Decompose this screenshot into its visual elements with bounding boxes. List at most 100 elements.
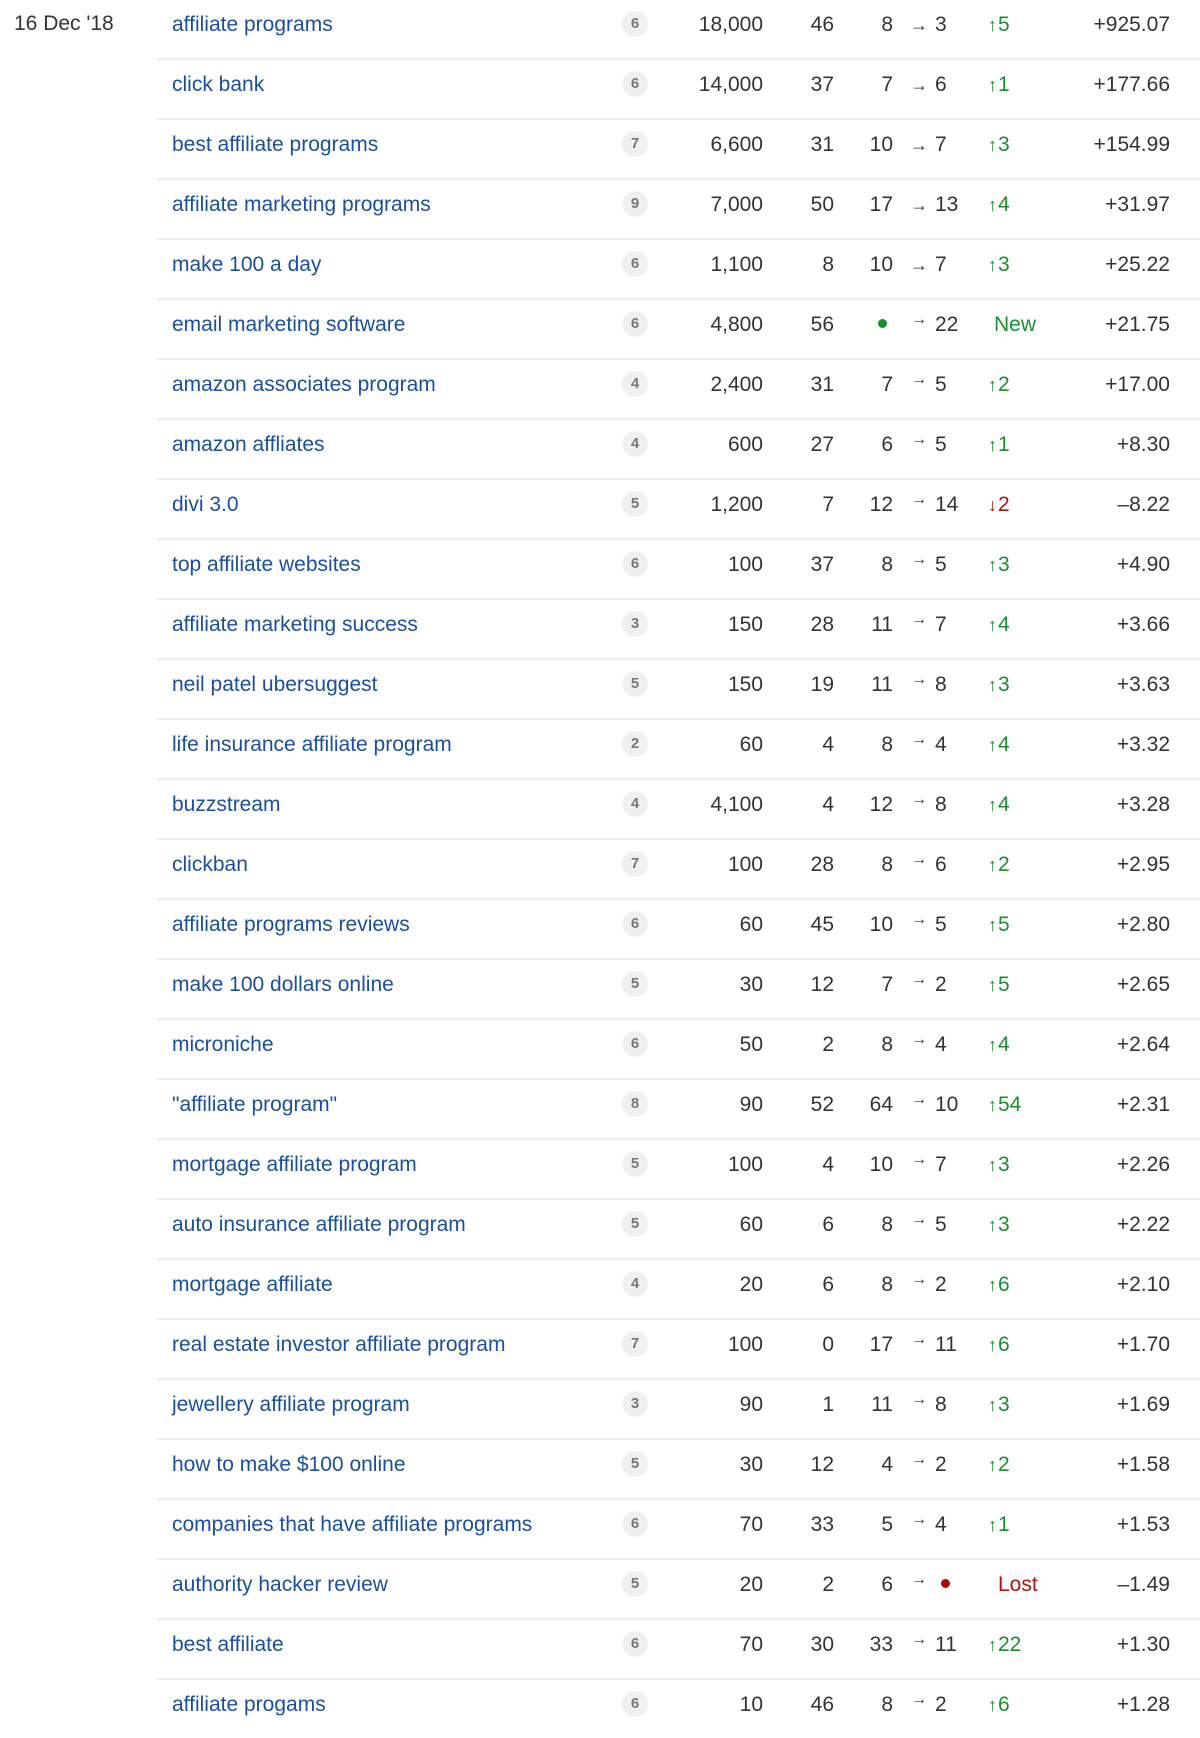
position-from: 10	[869, 133, 893, 156]
keyword-link[interactable]: divi 3.0	[172, 480, 239, 538]
kw-score: 46	[810, 1693, 834, 1716]
table-row: authority hacker review 5 20 2 6 → Lost …	[157, 1560, 1200, 1620]
keyword-difficulty-badge: 6	[622, 11, 648, 37]
keyword-link[interactable]: neil patel ubersuggest	[172, 660, 377, 718]
arrow-right-icon: →	[911, 371, 927, 388]
search-volume: 20	[739, 1273, 763, 1296]
keyword-link[interactable]: affiliate marketing programs	[172, 180, 431, 238]
keyword-link[interactable]: life insurance affiliate program	[172, 720, 452, 778]
search-volume: 18,000	[698, 13, 763, 36]
arrow-up-icon: ↑	[988, 1275, 997, 1295]
arrow-up-icon: ↑	[988, 555, 997, 575]
keyword-link[interactable]: amazon affliates	[172, 420, 325, 478]
keyword-link[interactable]: microniche	[172, 1020, 274, 1078]
keyword-link[interactable]: auto insurance affiliate program	[172, 1200, 466, 1258]
table-row: affiliate progams 6 10 46 8 → 2 ↑6 +1.28	[157, 1680, 1200, 1738]
position-to: 8	[935, 673, 947, 696]
position-from: 12	[869, 793, 893, 816]
table-row: real estate investor affiliate program 7…	[157, 1320, 1200, 1380]
keyword-difficulty-badge: 7	[622, 131, 648, 157]
table-row: buzzstream 4 4,100 4 12 → 8 ↑4 +3.28	[157, 780, 1200, 840]
position-from	[847, 300, 893, 358]
table-row: amazon affliates 4 600 27 6 → 5 ↑1 +8.30	[157, 420, 1200, 480]
arrow-up-icon: ↑	[988, 1395, 997, 1415]
keyword-link[interactable]: email marketing software	[172, 300, 405, 358]
keyword-link[interactable]: make 100 dollars online	[172, 960, 394, 1018]
change-value: 3	[998, 673, 1010, 696]
search-volume: 10	[739, 1693, 763, 1716]
kw-score: 12	[810, 973, 834, 996]
kw-score: 50	[810, 193, 834, 216]
keyword-difficulty-badge: 2	[622, 731, 648, 757]
position-to: 6	[935, 853, 947, 876]
keyword-difficulty-badge: 5	[622, 491, 648, 517]
arrow-right-icon: →	[911, 1391, 927, 1408]
search-volume: 14,000	[698, 73, 763, 96]
position-from: 8	[881, 733, 893, 756]
position-to: 8	[935, 1393, 947, 1416]
change-value: 2	[998, 373, 1010, 396]
change-value: 2	[998, 853, 1010, 876]
position-to: 10	[935, 1093, 959, 1116]
position-from: 17	[869, 1333, 893, 1356]
keyword-link[interactable]: best affiliate	[172, 1620, 284, 1678]
keyword-link[interactable]: jewellery affiliate program	[172, 1380, 410, 1438]
arrow-right-icon: →	[910, 135, 928, 155]
arrow-right-icon: →	[911, 431, 927, 448]
arrow-up-icon: ↑	[988, 1695, 997, 1715]
keyword-link[interactable]: real estate investor affiliate program	[172, 1320, 505, 1378]
arrow-right-icon: →	[911, 551, 927, 568]
table-row: mortgage affiliate 4 20 6 8 → 2 ↑6 +2.10	[157, 1260, 1200, 1320]
keyword-link[interactable]: buzzstream	[172, 780, 281, 838]
position-from: 7	[881, 373, 893, 396]
kw-score: 37	[810, 73, 834, 96]
change-value: 6	[998, 1273, 1010, 1296]
traffic-change: +2.31	[1116, 1093, 1170, 1116]
keyword-link[interactable]: authority hacker review	[172, 1560, 388, 1618]
kw-score: 33	[810, 1513, 834, 1536]
change-value: 4	[998, 613, 1010, 636]
keyword-link[interactable]: companies that have affiliate programs	[172, 1500, 532, 1558]
arrow-up-icon: ↑	[988, 675, 997, 695]
keyword-link[interactable]: top affiliate websites	[172, 540, 361, 598]
traffic-change: +3.32	[1116, 733, 1170, 756]
search-volume: 70	[739, 1513, 763, 1536]
arrow-up-icon: ↑	[988, 1215, 997, 1235]
arrow-up-icon: ↑	[988, 1335, 997, 1355]
keyword-link[interactable]: affiliate programs reviews	[172, 900, 410, 958]
keyword-link[interactable]: affiliate programs	[172, 0, 333, 58]
arrow-right-icon: →	[911, 851, 927, 868]
position-from: 33	[869, 1633, 893, 1656]
position-to: 7	[935, 253, 947, 276]
keyword-link[interactable]: clickban	[172, 840, 248, 898]
change-value: 4	[998, 1033, 1010, 1056]
search-volume: 20	[739, 1573, 763, 1596]
position-to: 4	[935, 1033, 947, 1056]
keyword-link[interactable]: click bank	[172, 60, 264, 118]
traffic-change: +925.07	[1093, 13, 1171, 36]
keyword-difficulty-badge: 6	[622, 311, 648, 337]
position-from: 8	[881, 1213, 893, 1236]
keyword-link[interactable]: best affiliate programs	[172, 120, 378, 178]
keyword-link[interactable]: how to make $100 online	[172, 1440, 406, 1498]
traffic-change: +1.70	[1116, 1333, 1170, 1356]
keyword-link[interactable]: amazon associates program	[172, 360, 436, 418]
position-to: 5	[935, 1213, 947, 1236]
arrow-up-icon: ↑	[988, 1155, 997, 1175]
search-volume: 1,100	[710, 253, 763, 276]
arrow-up-icon: ↑	[988, 1635, 997, 1655]
search-volume: 90	[739, 1393, 763, 1416]
position-to: 2	[935, 1693, 947, 1716]
arrow-right-icon: →	[911, 1091, 927, 1108]
keyword-link[interactable]: "affiliate program"	[172, 1080, 337, 1138]
keyword-link[interactable]: mortgage affiliate program	[172, 1140, 417, 1198]
position-to: 13	[935, 193, 959, 216]
traffic-change: +1.28	[1116, 1693, 1170, 1716]
keyword-link[interactable]: affiliate progams	[172, 1680, 326, 1738]
position-from: 8	[881, 1033, 893, 1056]
keyword-link[interactable]: affiliate marketing success	[172, 600, 418, 658]
keyword-link[interactable]: make 100 a day	[172, 240, 321, 298]
traffic-change: +3.66	[1116, 613, 1170, 636]
keyword-link[interactable]: mortgage affiliate	[172, 1260, 333, 1318]
keyword-difficulty-badge: 7	[622, 851, 648, 877]
